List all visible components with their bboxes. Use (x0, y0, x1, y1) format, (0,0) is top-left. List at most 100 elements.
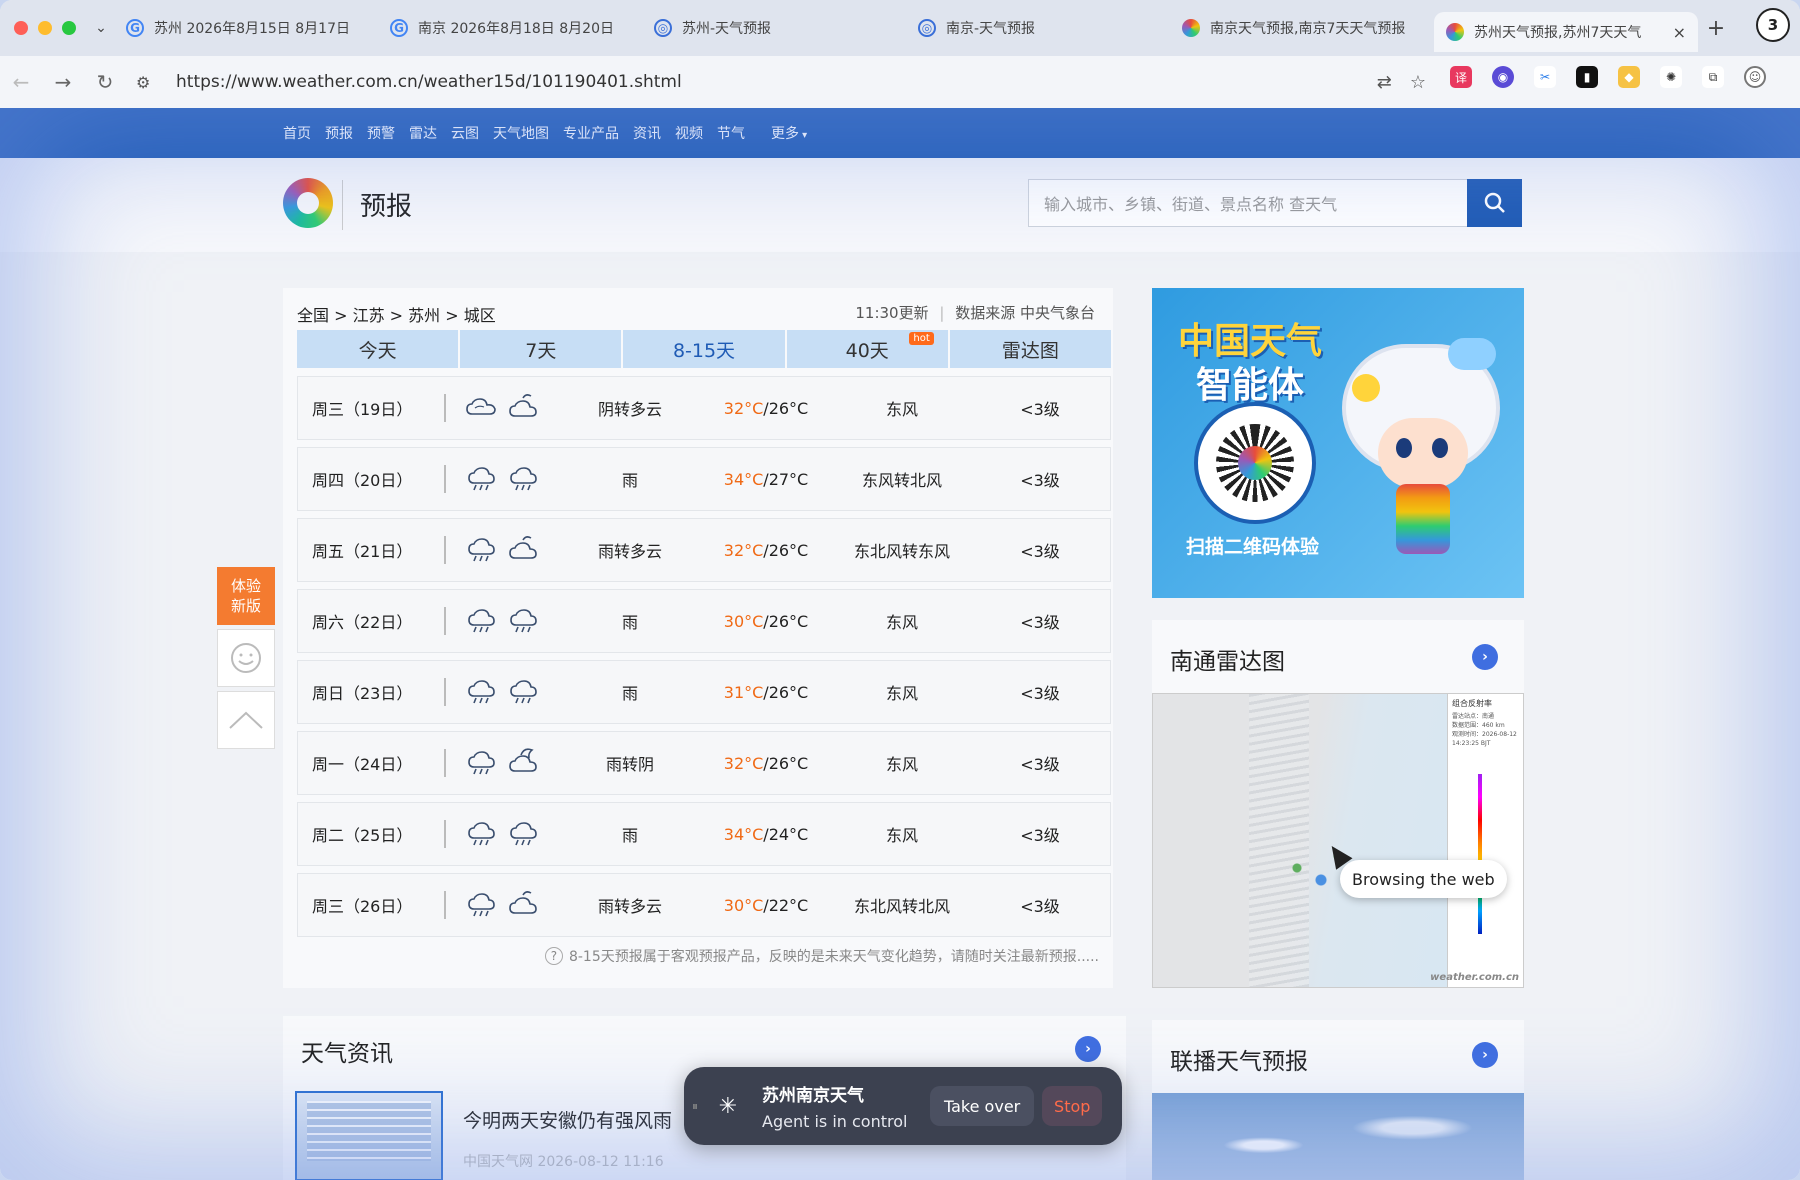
try-new-version-button[interactable]: 体验新版 (217, 567, 275, 625)
radar-more-arrow-icon[interactable]: › (1472, 644, 1498, 670)
browser-tab[interactable]: G 苏州 2026年8月15日 8月17日 (114, 10, 378, 46)
back-to-top-button[interactable] (217, 691, 275, 749)
forecast-tab[interactable]: 40天 hot (786, 330, 948, 368)
logo-text[interactable]: 预报 (360, 186, 412, 223)
forecast-temp: 34°C/24°C (700, 825, 832, 844)
site-nav-item[interactable]: 雷达 (409, 123, 437, 143)
profile-count-badge[interactable]: 3 (1756, 8, 1790, 42)
search-button[interactable] (1467, 179, 1522, 227)
browser-tab[interactable]: ◎ 苏州-天气预报 (642, 10, 906, 46)
forecast-icons (446, 674, 560, 710)
bookmark-star-icon[interactable]: ☆ (1410, 72, 1426, 93)
browser-tab[interactable]: G 南京 2026年8月18日 8月20日 (378, 10, 642, 46)
forecast-wind: 东风 (885, 400, 918, 419)
extension-animal-icon[interactable]: ◆ (1618, 66, 1640, 88)
qr-code (1194, 402, 1316, 524)
rain-icon (465, 816, 499, 852)
breadcrumb[interactable]: 全国 > 江苏 > 苏州 > 城区 (297, 302, 496, 326)
extension-openai-icon[interactable]: ✺ (1660, 66, 1682, 88)
reload-button[interactable]: ↻ (84, 70, 126, 94)
question-icon[interactable]: ? (544, 947, 563, 965)
radar-title[interactable]: 南通雷达图 (1170, 642, 1285, 676)
extension-logo-icon[interactable]: ▮ (1576, 66, 1598, 88)
news-thumbnail[interactable] (295, 1091, 443, 1180)
extension-scissors-icon[interactable]: ✂ (1534, 66, 1556, 88)
update-time: 11:30更新 (855, 304, 929, 322)
forecast-panel: 全国 > 江苏 > 苏州 > 城区 11:30更新 | 数据来源 中央气象台 今… (283, 288, 1113, 988)
forecast-tab[interactable]: 雷达图 (949, 330, 1112, 368)
forecast-weather: 雨 (621, 826, 638, 845)
maximize-window-button[interactable] (62, 21, 76, 35)
extension-translate-icon[interactable]: 译 (1450, 66, 1472, 88)
rain-icon (465, 745, 499, 781)
web-page: 首页预报预警雷达云图天气地图专业产品资讯视频节气更多 预报 输入城市、乡镇、街道… (0, 108, 1800, 1180)
extension-face-icon[interactable]: ◉ (1492, 66, 1514, 88)
forecast-tab[interactable]: 7天 (460, 330, 622, 368)
drag-handle-icon[interactable]: ⏸ (692, 1099, 708, 1114)
site-nav-item[interactable]: 资讯 (633, 123, 661, 143)
address-bar[interactable]: ⚙ https://www.weather.com.cn/weather15d/… (136, 64, 1436, 100)
news-more-arrow-icon[interactable]: › (1075, 1036, 1101, 1062)
site-settings-icon[interactable]: ⚙ (136, 73, 176, 92)
forecast-day-row: 周六（22日） 雨 30°C/26°C 东风 <3级 (297, 589, 1111, 653)
browser-tab[interactable]: ◎ 南京-天气预报 (906, 10, 1170, 46)
minimize-window-button[interactable] (38, 21, 52, 35)
close-tab-icon[interactable]: × (1673, 23, 1686, 42)
forecast-icons (446, 745, 560, 781)
url-text[interactable]: https://www.weather.com.cn/weather15d/10… (176, 72, 682, 92)
ad-banner[interactable]: 中国天气 智能体 扫描二维码体验 (1152, 288, 1524, 598)
forecast-tab[interactable]: 今天 (297, 330, 459, 368)
chat-bubble-icon (1448, 338, 1496, 370)
forecast-weather: 雨转多云 (597, 897, 662, 916)
tab-search-chevron-icon[interactable]: ⌄ (88, 20, 114, 36)
site-nav-item[interactable]: 视频 (675, 123, 703, 143)
forecast-weather: 雨转阴 (605, 755, 654, 774)
browser-tab[interactable]: 南京天气预报,南京7天天气预报 (1170, 10, 1434, 46)
city-search-input[interactable]: 输入城市、乡镇、街道、景点名称 查天气 (1028, 179, 1468, 227)
forecast-wind: 东风转北风 (861, 471, 942, 490)
forecast-weather: 雨 (621, 471, 638, 490)
forecast-date: 周五（21日） (298, 536, 446, 564)
rain-icon (465, 674, 499, 710)
stop-button[interactable]: Stop (1042, 1086, 1103, 1126)
site-nav-item[interactable]: 天气地图 (493, 123, 549, 143)
back-button[interactable]: ← (0, 70, 42, 94)
forward-button[interactable]: → (42, 70, 84, 94)
extensions-puzzle-icon[interactable]: ⧉ (1702, 66, 1724, 88)
forecast-day-row: 周日（23日） 雨 31°C/26°C 东风 <3级 (297, 660, 1111, 724)
site-nav-item[interactable]: 预警 (367, 123, 395, 143)
forecast-weather: 雨转多云 (597, 542, 662, 561)
forecast-low-temp: /26°C (763, 611, 809, 631)
ad-title-2: 智能体 (1196, 365, 1305, 406)
broadcast-thumbnail[interactable] (1152, 1093, 1524, 1180)
site-nav-item[interactable]: 预报 (325, 123, 353, 143)
partly-cloudy-icon (507, 887, 541, 923)
rain-icon (465, 887, 499, 923)
feedback-smile-icon[interactable] (217, 629, 275, 687)
profile-avatar-icon[interactable]: ☺ (1744, 66, 1766, 88)
browser-tab-title: 苏州 2026年8月15日 8月17日 (154, 21, 350, 37)
forecast-high-temp: 30°C (723, 611, 764, 631)
weather-icon: ◎ (654, 19, 672, 37)
forecast-temp: 32°C/26°C (700, 399, 832, 418)
site-nav-item[interactable]: 节气 (717, 123, 745, 143)
browser-tab[interactable]: 苏州天气预报,苏州7天天气 × (1434, 12, 1698, 52)
site-nav-item[interactable]: 专业产品 (563, 123, 619, 143)
site-nav-item[interactable]: 更多 (771, 123, 807, 143)
take-over-button[interactable]: Take over (930, 1086, 1035, 1126)
weather-logo-icon[interactable] (283, 178, 333, 228)
broadcast-more-arrow-icon[interactable]: › (1472, 1042, 1498, 1068)
radar-watermark: weather.com.cn (1430, 972, 1519, 983)
news-headline[interactable]: 今明两天安徽仍有强风雨 (463, 1106, 672, 1133)
forecast-date: 周四（20日） (298, 465, 446, 493)
site-nav-item[interactable]: 云图 (451, 123, 479, 143)
new-tab-button[interactable]: + (1698, 16, 1734, 41)
forecast-note: ? 8-15天预报属于客观预报产品，反映的是未来天气变化趋势，请随时关注最新预报… (544, 946, 1099, 966)
forecast-tab[interactable]: 8-15天 (623, 330, 785, 368)
translate-icon[interactable]: ⇄ (1377, 72, 1392, 93)
rain-icon (507, 461, 541, 497)
broadcast-title[interactable]: 联播天气预报 (1170, 1042, 1308, 1076)
news-title[interactable]: 天气资讯 (301, 1034, 393, 1068)
site-nav-item[interactable]: 首页 (283, 123, 311, 143)
close-window-button[interactable] (14, 21, 28, 35)
